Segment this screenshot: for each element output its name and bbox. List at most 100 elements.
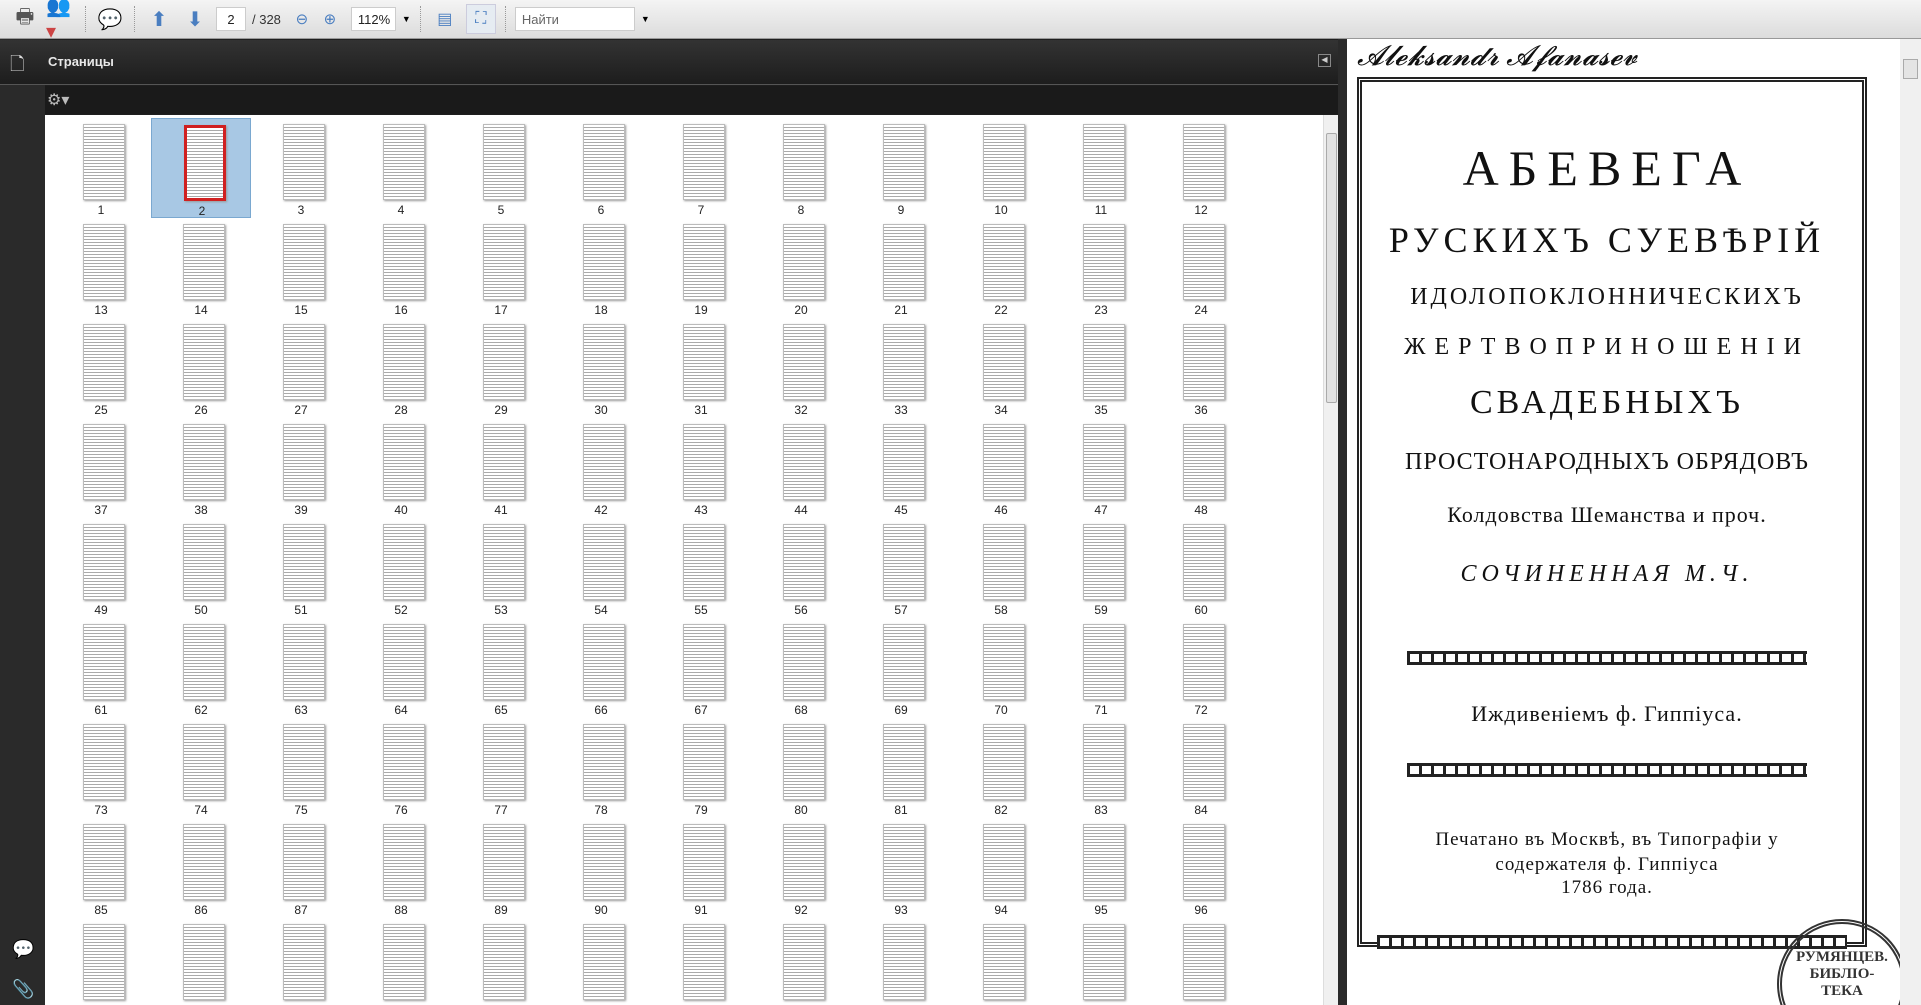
page-thumbnail[interactable]: 59 bbox=[1051, 518, 1151, 618]
page-thumbnail[interactable]: 18 bbox=[551, 218, 651, 318]
page-thumbnail[interactable]: 2 bbox=[151, 118, 251, 218]
page-thumbnail[interactable]: 87 bbox=[251, 818, 351, 918]
page-thumbnail[interactable]: 33 bbox=[851, 318, 951, 418]
page-thumbnail[interactable]: 17 bbox=[451, 218, 551, 318]
print-icon[interactable]: 🖶 bbox=[10, 4, 40, 34]
page-thumbnail[interactable]: 1 bbox=[51, 118, 151, 218]
page-thumbnail[interactable]: 93 bbox=[851, 818, 951, 918]
fit-width-icon[interactable]: ▤ bbox=[430, 4, 460, 34]
page-thumbnail[interactable]: 42 bbox=[551, 418, 651, 518]
page-thumbnail[interactable]: 102 bbox=[551, 918, 651, 1005]
document-scrollbar[interactable] bbox=[1900, 39, 1921, 1005]
page-thumbnail[interactable]: 35 bbox=[1051, 318, 1151, 418]
page-thumbnail[interactable]: 48 bbox=[1151, 418, 1251, 518]
page-thumbnail[interactable]: 64 bbox=[351, 618, 451, 718]
page-thumbnail[interactable]: 10 bbox=[951, 118, 1051, 218]
page-thumbnail[interactable]: 108 bbox=[1151, 918, 1251, 1005]
page-thumbnail[interactable]: 16 bbox=[351, 218, 451, 318]
page-thumbnail[interactable]: 68 bbox=[751, 618, 851, 718]
page-thumbnail[interactable]: 9 bbox=[851, 118, 951, 218]
page-thumbnail[interactable]: 79 bbox=[651, 718, 751, 818]
gear-icon[interactable]: ⚙▾ bbox=[47, 90, 69, 110]
page-thumbnail[interactable]: 28 bbox=[351, 318, 451, 418]
page-thumbnail[interactable]: 98 bbox=[151, 918, 251, 1005]
page-thumbnail[interactable]: 38 bbox=[151, 418, 251, 518]
page-thumbnail[interactable]: 82 bbox=[951, 718, 1051, 818]
zoom-out-icon[interactable]: ⊖ bbox=[287, 4, 317, 34]
page-thumbnail[interactable]: 7 bbox=[651, 118, 751, 218]
page-thumbnail[interactable]: 24 bbox=[1151, 218, 1251, 318]
page-thumbnail[interactable]: 104 bbox=[751, 918, 851, 1005]
page-thumbnail[interactable]: 53 bbox=[451, 518, 551, 618]
page-thumbnail[interactable]: 84 bbox=[1151, 718, 1251, 818]
page-thumbnail[interactable]: 96 bbox=[1151, 818, 1251, 918]
page-thumbnail[interactable]: 37 bbox=[51, 418, 151, 518]
page-thumbnail[interactable]: 90 bbox=[551, 818, 651, 918]
page-thumbnail[interactable]: 60 bbox=[1151, 518, 1251, 618]
page-thumbnail[interactable]: 40 bbox=[351, 418, 451, 518]
panel-divider[interactable] bbox=[1338, 39, 1347, 1005]
page-thumbnail[interactable]: 100 bbox=[351, 918, 451, 1005]
zoom-dropdown-icon[interactable]: ▼ bbox=[402, 14, 411, 24]
page-thumbnail[interactable]: 34 bbox=[951, 318, 1051, 418]
page-thumbnail[interactable]: 94 bbox=[951, 818, 1051, 918]
zoom-in-icon[interactable]: ⊕ bbox=[315, 4, 345, 34]
page-thumbnail[interactable]: 76 bbox=[351, 718, 451, 818]
page-thumbnail[interactable]: 25 bbox=[51, 318, 151, 418]
page-thumbnail[interactable]: 88 bbox=[351, 818, 451, 918]
page-thumbnail[interactable]: 51 bbox=[251, 518, 351, 618]
page-thumbnail[interactable]: 72 bbox=[1151, 618, 1251, 718]
page-thumbnail[interactable]: 85 bbox=[51, 818, 151, 918]
comment-icon[interactable]: 💬 bbox=[95, 4, 125, 34]
page-thumbnail[interactable]: 58 bbox=[951, 518, 1051, 618]
page-thumbnail[interactable]: 69 bbox=[851, 618, 951, 718]
page-thumbnail[interactable]: 106 bbox=[951, 918, 1051, 1005]
page-thumbnail[interactable]: 66 bbox=[551, 618, 651, 718]
page-thumbnail[interactable]: 71 bbox=[1051, 618, 1151, 718]
collapse-panel-button[interactable]: ◀ bbox=[1318, 54, 1331, 67]
page-thumbnail[interactable]: 31 bbox=[651, 318, 751, 418]
page-thumbnail[interactable]: 41 bbox=[451, 418, 551, 518]
page-thumbnail[interactable]: 95 bbox=[1051, 818, 1151, 918]
page-thumbnail[interactable]: 70 bbox=[951, 618, 1051, 718]
page-thumbnail[interactable]: 63 bbox=[251, 618, 351, 718]
page-thumbnail[interactable]: 54 bbox=[551, 518, 651, 618]
page-thumbnail[interactable]: 73 bbox=[51, 718, 151, 818]
thumbnail-scrollbar[interactable] bbox=[1323, 115, 1338, 1005]
page-thumbnail[interactable]: 62 bbox=[151, 618, 251, 718]
page-thumbnail[interactable]: 101 bbox=[451, 918, 551, 1005]
page-thumbnail[interactable]: 49 bbox=[51, 518, 151, 618]
page-thumbnail[interactable]: 92 bbox=[751, 818, 851, 918]
page-thumbnail[interactable]: 4 bbox=[351, 118, 451, 218]
page-thumbnail[interactable]: 21 bbox=[851, 218, 951, 318]
page-thumbnail[interactable]: 30 bbox=[551, 318, 651, 418]
page-thumbnail[interactable]: 47 bbox=[1051, 418, 1151, 518]
previous-page-icon[interactable]: ⬆ bbox=[144, 4, 174, 34]
page-thumbnail[interactable]: 80 bbox=[751, 718, 851, 818]
share-icon[interactable]: 👥▾ bbox=[46, 0, 76, 43]
page-thumbnail[interactable]: 97 bbox=[51, 918, 151, 1005]
page-thumbnail[interactable]: 55 bbox=[651, 518, 751, 618]
page-thumbnail[interactable]: 65 bbox=[451, 618, 551, 718]
scrollbar-thumb[interactable] bbox=[1903, 59, 1918, 79]
page-thumbnail[interactable]: 11 bbox=[1051, 118, 1151, 218]
page-thumbnail[interactable]: 91 bbox=[651, 818, 751, 918]
page-thumbnail[interactable]: 99 bbox=[251, 918, 351, 1005]
page-thumbnail[interactable]: 107 bbox=[1051, 918, 1151, 1005]
page-thumbnail[interactable]: 77 bbox=[451, 718, 551, 818]
page-thumbnail[interactable]: 27 bbox=[251, 318, 351, 418]
find-dropdown-icon[interactable]: ▼ bbox=[641, 14, 650, 24]
scrollbar-thumb[interactable] bbox=[1326, 133, 1337, 403]
page-thumbnail[interactable]: 22 bbox=[951, 218, 1051, 318]
page-thumbnail[interactable]: 75 bbox=[251, 718, 351, 818]
page-thumbnail[interactable]: 81 bbox=[851, 718, 951, 818]
page-thumbnail[interactable]: 14 bbox=[151, 218, 251, 318]
page-thumbnail[interactable]: 44 bbox=[751, 418, 851, 518]
page-thumbnail[interactable]: 74 bbox=[151, 718, 251, 818]
page-thumbnail[interactable]: 23 bbox=[1051, 218, 1151, 318]
page-thumbnail[interactable]: 61 bbox=[51, 618, 151, 718]
page-thumbnail[interactable]: 8 bbox=[751, 118, 851, 218]
page-thumbnail[interactable]: 20 bbox=[751, 218, 851, 318]
page-thumbnail[interactable]: 89 bbox=[451, 818, 551, 918]
zoom-input[interactable]: 112% bbox=[350, 7, 396, 31]
